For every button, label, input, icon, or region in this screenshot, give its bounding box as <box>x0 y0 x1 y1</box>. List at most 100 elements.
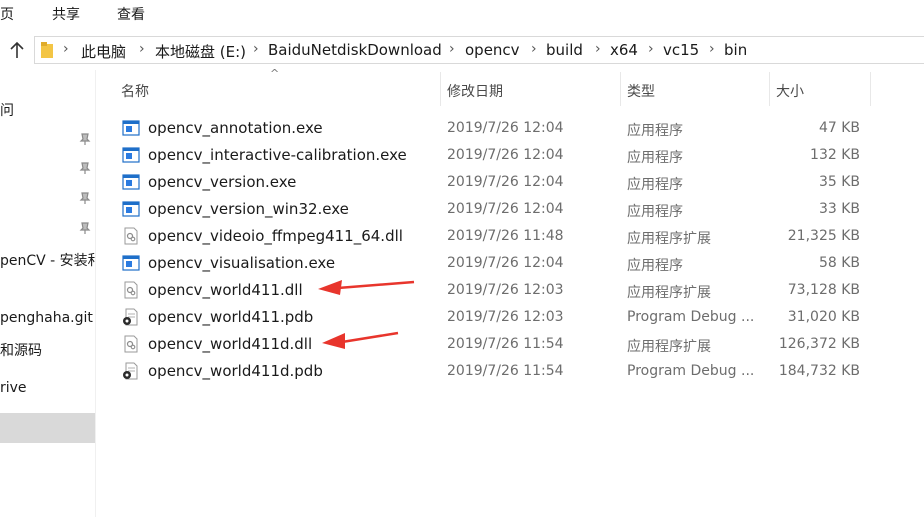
file-date: 2019/7/26 12:04 <box>447 201 564 217</box>
file-type: 应用程序 <box>627 150 683 166</box>
file-name[interactable]: opencv_videoio_ffmpeg411_64.dll <box>148 227 403 245</box>
nav-divider <box>95 70 96 517</box>
column-header-type-label: 类型 <box>627 84 655 100</box>
file-row[interactable]: opencv_version.exe 2019/7/26 12:04 应用程序 35 … <box>104 168 874 195</box>
file-type: Program Debug ... <box>627 363 755 379</box>
file-row[interactable]: opencv_world411.pdb 2019/7/26 12:03 Progra… <box>104 303 874 330</box>
address-bar[interactable]: › 此电脑 › 本地磁盘 (E:) › BaiduNetdiskDownload… <box>34 36 924 64</box>
breadcrumb-x64[interactable]: x64 <box>610 41 638 59</box>
column-header-name[interactable]: 名称 <box>104 72 439 106</box>
pin-icon[interactable] <box>78 132 92 146</box>
pdb-icon <box>122 308 140 326</box>
column-header-name-label: 名称 <box>121 84 149 100</box>
file-name[interactable]: opencv_version_win32.exe <box>148 200 349 218</box>
file-date: 2019/7/26 12:04 <box>447 174 564 190</box>
ribbon-tab-view[interactable]: 查看 <box>117 4 145 24</box>
file-name[interactable]: opencv_visualisation.exe <box>148 254 335 272</box>
file-type: 应用程序扩展 <box>627 339 711 355</box>
file-size: 73,128 KB <box>787 282 860 298</box>
file-type: 应用程序扩展 <box>627 285 711 301</box>
file-name[interactable]: opencv_version.exe <box>148 173 296 191</box>
exe-icon <box>122 119 140 137</box>
column-header-size[interactable]: 大小 <box>770 72 870 106</box>
nav-item-opencv-install[interactable]: penCV - 安装和 <box>0 250 96 270</box>
file-date: 2019/7/26 12:04 <box>447 120 564 136</box>
column-header-date-label: 修改日期 <box>447 84 503 100</box>
annotation-arrow <box>322 331 399 349</box>
nav-selected-item[interactable] <box>0 413 95 443</box>
file-size: 33 KB <box>818 201 860 217</box>
file-size: 126,372 KB <box>778 336 860 352</box>
exe-icon <box>122 146 140 164</box>
ribbon-tab-share[interactable]: 共享 <box>52 4 80 24</box>
file-size: 132 KB <box>810 147 860 163</box>
chevron-right-icon[interactable]: › <box>139 41 145 57</box>
file-date: 2019/7/26 11:54 <box>447 336 564 352</box>
file-date: 2019/7/26 12:03 <box>447 282 564 298</box>
file-date: 2019/7/26 12:04 <box>447 147 564 163</box>
file-date: 2019/7/26 12:03 <box>447 309 564 325</box>
chevron-right-icon[interactable]: › <box>253 41 259 57</box>
file-date: 2019/7/26 11:48 <box>447 228 564 244</box>
chevron-right-icon[interactable]: › <box>648 41 654 57</box>
pin-icon[interactable] <box>78 221 92 235</box>
chevron-right-icon[interactable]: › <box>595 41 601 57</box>
file-name[interactable]: opencv_world411d.pdb <box>148 362 323 380</box>
exe-icon <box>122 254 140 272</box>
file-name[interactable]: opencv_world411.pdb <box>148 308 313 326</box>
exe-icon <box>122 173 140 191</box>
breadcrumb-vc15[interactable]: vc15 <box>663 41 699 59</box>
column-header-date[interactable]: 修改日期 <box>441 72 619 106</box>
file-row[interactable]: opencv_visualisation.exe 2019/7/26 12:04 应… <box>104 249 874 276</box>
pin-icon[interactable] <box>78 191 92 205</box>
breadcrumb-build[interactable]: build <box>546 41 583 59</box>
chevron-right-icon[interactable]: › <box>63 41 69 57</box>
ribbon-tab-home[interactable]: 页 <box>0 4 14 24</box>
file-row[interactable]: opencv_world411d.pdb 2019/7/26 11:54 Progr… <box>104 357 874 384</box>
nav-item-quick-access[interactable]: 问 <box>0 100 14 120</box>
file-type: 应用程序 <box>627 123 683 139</box>
file-row[interactable]: opencv_world411.dll 2019/7/26 12:03 应用程序扩展… <box>104 276 874 303</box>
file-type: 应用程序 <box>627 177 683 193</box>
file-name[interactable]: opencv_world411d.dll <box>148 335 312 353</box>
breadcrumb-opencv[interactable]: opencv <box>465 41 520 59</box>
file-name[interactable]: opencv_interactive-calibration.exe <box>148 146 407 164</box>
dll-icon <box>122 281 140 299</box>
file-row[interactable]: opencv_interactive-calibration.exe 2019/7… <box>104 141 874 168</box>
nav-item-onedrive[interactable]: rive <box>0 380 27 396</box>
dll-icon <box>122 335 140 353</box>
up-arrow-icon[interactable] <box>6 39 28 61</box>
file-name[interactable]: opencv_world411.dll <box>148 281 303 299</box>
folder-icon <box>41 42 53 58</box>
column-header-type[interactable]: 类型 <box>621 72 768 106</box>
file-row[interactable]: opencv_annotation.exe 2019/7/26 12:04 应用程序… <box>104 114 874 141</box>
file-row[interactable]: opencv_version_win32.exe 2019/7/26 12:04 应… <box>104 195 874 222</box>
chevron-right-icon[interactable]: › <box>449 41 455 57</box>
chevron-right-icon[interactable]: › <box>709 41 715 57</box>
file-type: Program Debug ... <box>627 309 755 325</box>
file-name[interactable]: opencv_annotation.exe <box>148 119 323 137</box>
file-size: 31,020 KB <box>787 309 860 325</box>
chevron-right-icon[interactable]: › <box>531 41 537 57</box>
nav-item-penghaha-git[interactable]: penghaha.git <box>0 310 93 326</box>
breadcrumb-baidunetdisk[interactable]: BaiduNetdiskDownload <box>268 41 442 59</box>
annotation-arrow <box>318 280 415 295</box>
column-header-size-label: 大小 <box>776 84 804 100</box>
file-row[interactable]: opencv_videoio_ffmpeg411_64.dll 2019/7/26… <box>104 222 874 249</box>
breadcrumb-bin[interactable]: bin <box>724 41 747 59</box>
ribbon: 页 共享 查看 <box>0 0 924 28</box>
file-size: 21,325 KB <box>787 228 860 244</box>
nav-item-source-code[interactable]: 和源码 <box>0 340 42 360</box>
file-row[interactable]: opencv_world411d.dll 2019/7/26 11:54 应用程序扩… <box>104 330 874 357</box>
exe-icon <box>122 200 140 218</box>
file-size: 47 KB <box>818 120 860 136</box>
file-size: 184,732 KB <box>778 363 860 379</box>
address-row: › 此电脑 › 本地磁盘 (E:) › BaiduNetdiskDownload… <box>0 30 924 70</box>
breadcrumb-this-pc[interactable]: 此电脑 <box>81 41 126 62</box>
file-size: 35 KB <box>818 174 860 190</box>
file-type: 应用程序扩展 <box>627 231 711 247</box>
navigation-pane: 问 penCV - 安装和 penghaha.git 和源码 rive <box>0 70 96 517</box>
breadcrumb-local-disk[interactable]: 本地磁盘 (E:) <box>155 41 246 62</box>
column-divider[interactable] <box>870 72 871 106</box>
pin-icon[interactable] <box>78 161 92 175</box>
